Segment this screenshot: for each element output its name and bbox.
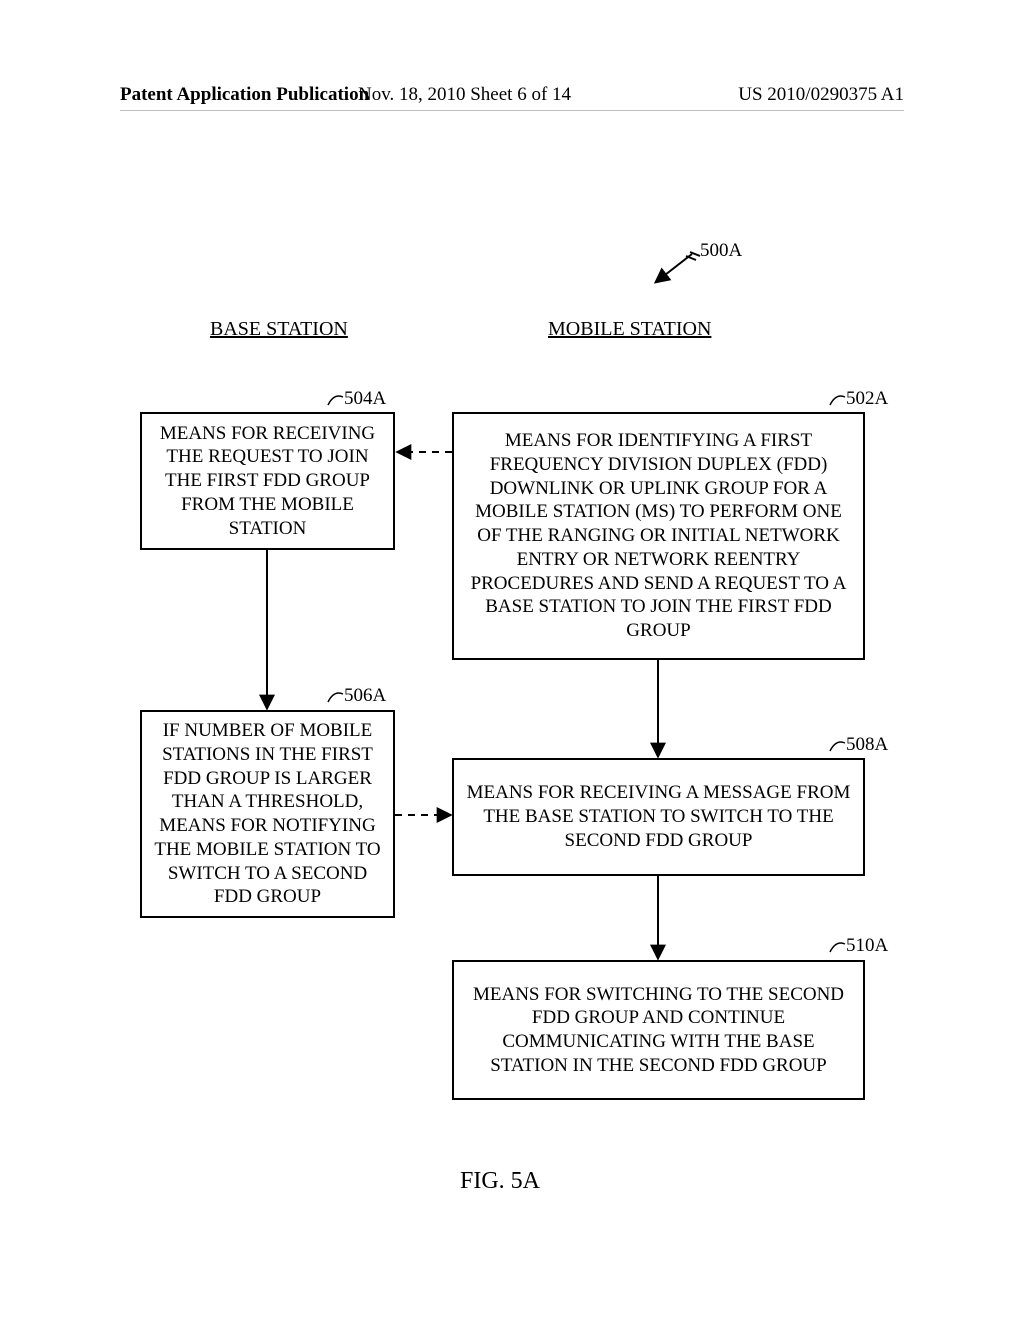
box-510a: MEANS FOR SWITCHING TO THE SECOND FDD GR…	[452, 960, 865, 1100]
box-506a-text: IF NUMBER OF MOBILE STATIONS IN THE FIRS…	[152, 719, 383, 909]
ref-502a-label: 502A	[846, 388, 888, 410]
box-502a-text: MEANS FOR IDENTIFYING A FIRST FREQUENCY …	[464, 429, 853, 643]
box-504a: MEANS FOR RECEIVING THE REQUEST TO JOIN …	[140, 412, 395, 550]
ref-510a-label: 510A	[846, 935, 888, 957]
box-506a: IF NUMBER OF MOBILE STATIONS IN THE FIRS…	[140, 710, 395, 918]
header-right: US 2010/0290375 A1	[738, 84, 904, 106]
column-heading-mobile-station: MOBILE STATION	[548, 318, 711, 341]
ref-504a-label: 504A	[344, 388, 386, 410]
page-header: Patent Application Publication Nov. 18, …	[0, 84, 1024, 106]
column-heading-base-station: BASE STATION	[210, 318, 348, 341]
ref-500a-label: 500A	[700, 240, 742, 262]
header-left: Patent Application Publication	[120, 84, 369, 106]
box-510a-text: MEANS FOR SWITCHING TO THE SECOND FDD GR…	[464, 983, 853, 1078]
box-502a: MEANS FOR IDENTIFYING A FIRST FREQUENCY …	[452, 412, 865, 660]
header-divider	[120, 110, 904, 111]
box-508a: MEANS FOR RECEIVING A MESSAGE FROM THE B…	[452, 758, 865, 876]
box-508a-text: MEANS FOR RECEIVING A MESSAGE FROM THE B…	[464, 781, 853, 852]
ref-500a-arrow-icon	[656, 252, 700, 282]
box-504a-text: MEANS FOR RECEIVING THE REQUEST TO JOIN …	[152, 422, 383, 541]
ref-506a-label: 506A	[344, 685, 386, 707]
figure-caption: FIG. 5A	[460, 1168, 540, 1195]
connectors-overlay	[0, 0, 1024, 1320]
ref-508a-label: 508A	[846, 734, 888, 756]
header-center: Nov. 18, 2010 Sheet 6 of 14	[358, 84, 571, 106]
